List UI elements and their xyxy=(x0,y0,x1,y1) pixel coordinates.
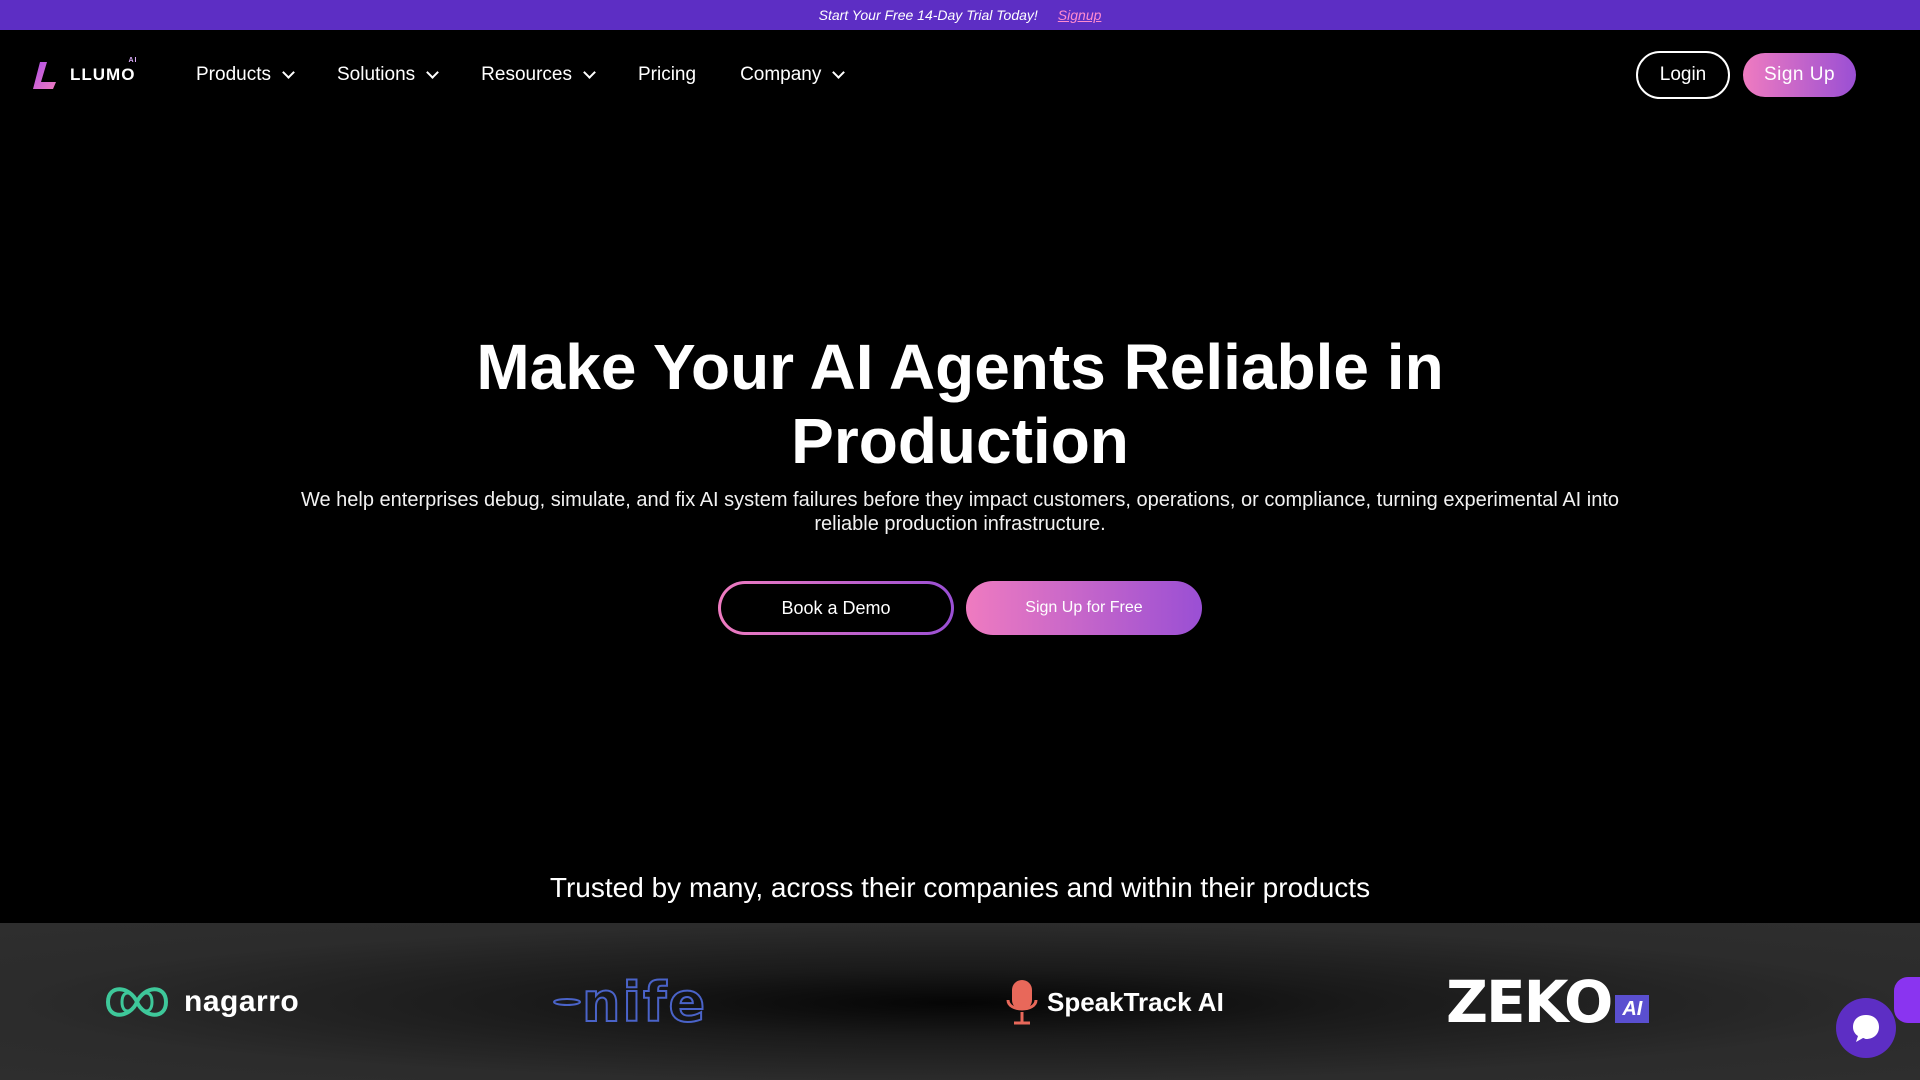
nav-label: Resources xyxy=(481,64,572,85)
brand-zeko-ai-badge: AI xyxy=(1615,995,1650,1023)
nagarro-logo-icon xyxy=(105,987,169,1017)
brand-speaktrack-text: SpeakTrack AI xyxy=(1047,986,1224,1017)
chat-icon xyxy=(1853,1015,1879,1042)
chevron-down-icon xyxy=(426,66,440,79)
hero-title: Make Your AI Agents Reliable in Producti… xyxy=(476,331,1444,477)
nav-pricing[interactable]: Pricing xyxy=(638,64,696,86)
microphone-icon xyxy=(1006,980,1038,1025)
trusted-heading: Trusted by many, across their companies … xyxy=(549,872,1371,903)
signup-button[interactable]: Sign Up xyxy=(1743,53,1856,97)
nav-company[interactable]: Company xyxy=(740,64,846,86)
logo-ai-superscript: AI xyxy=(128,57,138,64)
chevron-down-icon xyxy=(832,66,846,79)
login-button[interactable]: Login xyxy=(1636,51,1730,99)
brand-nagarro: nagarro xyxy=(104,976,299,1028)
nav-label: Solutions xyxy=(336,64,416,85)
nav-products[interactable]: Products xyxy=(196,64,295,86)
main-navbar: LLUMO AI Products Solutions Resources Pr… xyxy=(0,30,1920,120)
hero-section: Make Your AI Agents Reliable in Producti… xyxy=(0,330,1920,536)
promo-banner: Start Your Free 14-Day Trial Today! Sign… xyxy=(0,0,1920,30)
book-demo-label: Book a Demo xyxy=(721,584,951,632)
signup-free-button[interactable]: Sign Up for Free xyxy=(966,581,1202,635)
nav-resources[interactable]: Resources xyxy=(481,64,596,86)
nav-menu: Products Solutions Resources Pricing Com… xyxy=(196,30,887,120)
client-logo-strip: nagarro nife SpeakTrack AI ZEKO AI xyxy=(0,923,1920,1080)
nav-label: Company xyxy=(740,64,822,85)
chat-widget-button[interactable] xyxy=(1836,998,1896,1058)
nav-label: Products xyxy=(196,64,271,85)
promo-text: Start Your Free 14-Day Trial Today! xyxy=(818,7,1038,23)
book-demo-button[interactable]: Book a Demo xyxy=(718,581,954,635)
hero-subtitle: We help enterprises debug, simulate, and… xyxy=(300,489,1620,535)
promo-signup-link[interactable]: Signup xyxy=(1058,7,1102,23)
brand-logo[interactable]: LLUMO AI xyxy=(32,57,138,92)
brand-nife-text: nife xyxy=(581,970,708,1035)
brand-nife: nife xyxy=(552,970,707,1035)
chevron-down-icon xyxy=(583,66,596,79)
nav-label: Pricing xyxy=(637,64,697,85)
side-widget-tab[interactable] xyxy=(1894,977,1920,1023)
hero-cta-row: Book a Demo Sign Up for Free xyxy=(0,581,1920,635)
brand-speaktrack: SpeakTrack AI xyxy=(1005,976,1224,1028)
logo-wordmark: LLUMO AI xyxy=(70,57,138,84)
llumo-logo-icon xyxy=(33,62,56,89)
nife-swoosh-icon xyxy=(553,998,581,1006)
chevron-down-icon xyxy=(282,66,295,79)
brand-zeko: ZEKO AI xyxy=(1446,968,1650,1036)
nav-solutions[interactable]: Solutions xyxy=(336,64,440,86)
brand-nagarro-text: nagarro xyxy=(184,985,300,1018)
brand-zeko-text: ZEKO xyxy=(1446,968,1613,1036)
